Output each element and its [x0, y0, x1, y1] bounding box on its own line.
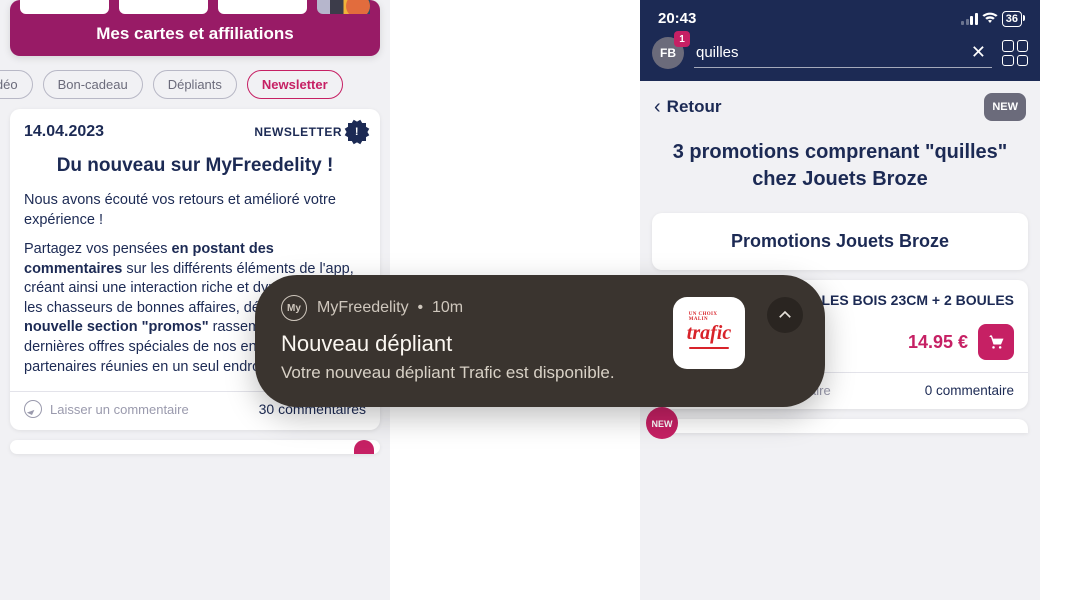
loyalty-cards-row — [10, 0, 380, 24]
chip-flyers[interactable]: Dépliants — [153, 70, 237, 99]
push-notification[interactable]: My MyFreedelity • 10m Nouveau dépliant V… — [255, 275, 825, 407]
clear-icon[interactable]: ✕ — [967, 42, 990, 63]
results-title: 3 promotions comprenant "quilles" chez J… — [640, 133, 1040, 203]
search-input-wrap[interactable]: ✕ — [694, 38, 992, 68]
brand-title: Promotions Jouets Broze — [668, 231, 1012, 252]
burst-icon: ! — [348, 123, 366, 141]
new-round-badge: NEW — [646, 407, 678, 439]
chip-video[interactable]: idéo — [0, 70, 33, 99]
comment-icon — [24, 400, 42, 418]
leave-comment[interactable]: Laisser un commentaire — [24, 400, 189, 418]
search-input[interactable] — [696, 44, 967, 61]
add-to-cart-button[interactable] — [978, 324, 1014, 360]
loyalty-card[interactable] — [317, 0, 370, 14]
leave-comment-label: Laisser un commentaire — [50, 402, 189, 417]
notif-app-name: MyFreedelity • 10m — [317, 299, 463, 317]
battery-icon: 36 — [1002, 11, 1022, 27]
chip-gift[interactable]: Bon-cadeau — [43, 70, 143, 99]
wifi-icon — [982, 11, 998, 27]
news-date: 14.04.2023 — [24, 123, 104, 141]
avatar[interactable]: FB 1 — [652, 37, 684, 69]
notif-image: UN CHOIX MALIN trafic — [673, 297, 745, 369]
trafic-logo: UN CHOIX MALIN trafic — [687, 322, 731, 345]
corner-badge — [354, 440, 374, 454]
chip-newsletter[interactable]: Newsletter — [247, 70, 343, 99]
next-card-peek[interactable] — [10, 440, 380, 454]
notif-app-icon: My — [281, 295, 307, 321]
news-tag-label: NEWSLETTER — [254, 125, 342, 139]
next-promo-peek[interactable]: NEW — [652, 419, 1028, 433]
product-price: 14.95 € — [908, 332, 968, 353]
filter-chips: idéo Bon-cadeau Dépliants Newsletter — [0, 66, 384, 109]
back-label: Retour — [667, 97, 722, 117]
news-p1: Nous avons écouté vos retours et amélior… — [24, 191, 366, 230]
signal-icon — [961, 13, 978, 25]
comment-count[interactable]: 0 commentaire — [925, 383, 1014, 398]
chevron-up-icon — [776, 306, 794, 324]
new-badge: NEW — [984, 93, 1026, 121]
chevron-left-icon: ‹ — [654, 96, 661, 119]
cart-icon — [986, 332, 1006, 352]
news-title: Du nouveau sur MyFreedelity ! — [24, 155, 366, 177]
avatar-initials: FB — [660, 46, 676, 60]
app-header: 20:43 36 FB 1 ✕ — [640, 0, 1040, 81]
brand-card[interactable]: Promotions Jouets Broze — [652, 213, 1028, 270]
loyalty-card[interactable] — [119, 0, 208, 14]
news-tag: NEWSLETTER ! — [254, 123, 366, 141]
status-bar: 20:43 36 — [652, 10, 1028, 37]
cards-banner[interactable]: Mes cartes et affiliations — [10, 0, 380, 56]
loyalty-card[interactable] — [218, 0, 307, 14]
collapse-button[interactable] — [767, 297, 803, 333]
loyalty-card[interactable] — [20, 0, 109, 14]
back-button[interactable]: ‹ Retour — [654, 96, 721, 119]
avatar-badge: 1 — [674, 31, 690, 47]
status-time: 20:43 — [658, 10, 696, 27]
cards-banner-title: Mes cartes et affiliations — [10, 24, 380, 44]
qr-scan-icon[interactable] — [1002, 40, 1028, 66]
